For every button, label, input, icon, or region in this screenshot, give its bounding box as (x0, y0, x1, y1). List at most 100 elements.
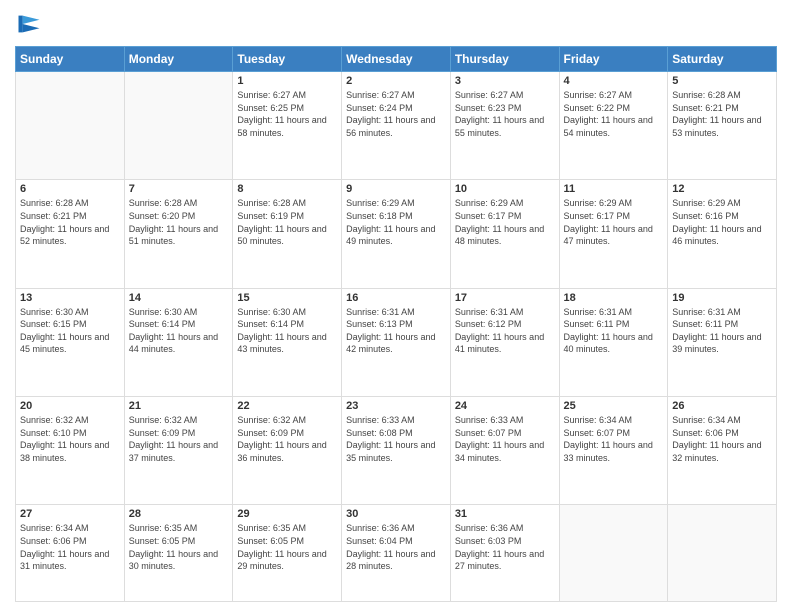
calendar-cell: 19 Sunrise: 6:31 AMSunset: 6:11 PMDayligh… (668, 288, 777, 396)
day-number: 24 (455, 400, 555, 412)
day-number: 10 (455, 183, 555, 195)
day-number: 31 (455, 508, 555, 520)
day-info: Sunrise: 6:29 AMSunset: 6:17 PMDaylight:… (564, 197, 664, 247)
calendar-week-row: 27 Sunrise: 6:34 AMSunset: 6:06 PMDayligh… (16, 505, 777, 602)
logo-icon (15, 10, 43, 38)
calendar-cell: 10 Sunrise: 6:29 AMSunset: 6:17 PMDayligh… (450, 180, 559, 288)
day-info: Sunrise: 6:35 AMSunset: 6:05 PMDaylight:… (129, 522, 229, 572)
day-info: Sunrise: 6:30 AMSunset: 6:14 PMDaylight:… (129, 306, 229, 356)
day-info: Sunrise: 6:31 AMSunset: 6:11 PMDaylight:… (564, 306, 664, 356)
weekday-header: Saturday (668, 47, 777, 72)
calendar-header-row: SundayMondayTuesdayWednesdayThursdayFrid… (16, 47, 777, 72)
day-number: 26 (672, 400, 772, 412)
calendar-cell: 24 Sunrise: 6:33 AMSunset: 6:07 PMDayligh… (450, 396, 559, 504)
calendar-cell: 4 Sunrise: 6:27 AMSunset: 6:22 PMDaylight… (559, 72, 668, 180)
calendar-cell: 20 Sunrise: 6:32 AMSunset: 6:10 PMDayligh… (16, 396, 125, 504)
day-info: Sunrise: 6:28 AMSunset: 6:21 PMDaylight:… (672, 89, 772, 139)
day-number: 17 (455, 292, 555, 304)
day-info: Sunrise: 6:33 AMSunset: 6:07 PMDaylight:… (455, 414, 555, 464)
page: SundayMondayTuesdayWednesdayThursdayFrid… (0, 0, 792, 612)
calendar-cell: 21 Sunrise: 6:32 AMSunset: 6:09 PMDayligh… (124, 396, 233, 504)
day-number: 13 (20, 292, 120, 304)
day-number: 21 (129, 400, 229, 412)
day-info: Sunrise: 6:34 AMSunset: 6:06 PMDaylight:… (672, 414, 772, 464)
day-info: Sunrise: 6:34 AMSunset: 6:06 PMDaylight:… (20, 522, 120, 572)
day-number: 16 (346, 292, 446, 304)
day-info: Sunrise: 6:32 AMSunset: 6:09 PMDaylight:… (237, 414, 337, 464)
day-number: 11 (564, 183, 664, 195)
calendar-cell: 15 Sunrise: 6:30 AMSunset: 6:14 PMDayligh… (233, 288, 342, 396)
calendar-cell (559, 505, 668, 602)
day-number: 2 (346, 75, 446, 87)
day-number: 5 (672, 75, 772, 87)
day-info: Sunrise: 6:36 AMSunset: 6:03 PMDaylight:… (455, 522, 555, 572)
day-info: Sunrise: 6:31 AMSunset: 6:13 PMDaylight:… (346, 306, 446, 356)
day-info: Sunrise: 6:32 AMSunset: 6:10 PMDaylight:… (20, 414, 120, 464)
calendar-cell: 6 Sunrise: 6:28 AMSunset: 6:21 PMDaylight… (16, 180, 125, 288)
day-info: Sunrise: 6:27 AMSunset: 6:24 PMDaylight:… (346, 89, 446, 139)
day-info: Sunrise: 6:29 AMSunset: 6:18 PMDaylight:… (346, 197, 446, 247)
calendar-cell (16, 72, 125, 180)
day-number: 20 (20, 400, 120, 412)
logo (15, 10, 47, 38)
calendar-cell (124, 72, 233, 180)
calendar-table: SundayMondayTuesdayWednesdayThursdayFrid… (15, 46, 777, 602)
calendar-cell: 1 Sunrise: 6:27 AMSunset: 6:25 PMDaylight… (233, 72, 342, 180)
day-number: 28 (129, 508, 229, 520)
day-number: 7 (129, 183, 229, 195)
day-info: Sunrise: 6:31 AMSunset: 6:11 PMDaylight:… (672, 306, 772, 356)
calendar-cell: 29 Sunrise: 6:35 AMSunset: 6:05 PMDayligh… (233, 505, 342, 602)
day-info: Sunrise: 6:27 AMSunset: 6:22 PMDaylight:… (564, 89, 664, 139)
day-info: Sunrise: 6:27 AMSunset: 6:23 PMDaylight:… (455, 89, 555, 139)
day-info: Sunrise: 6:30 AMSunset: 6:15 PMDaylight:… (20, 306, 120, 356)
weekday-header: Friday (559, 47, 668, 72)
calendar-week-row: 6 Sunrise: 6:28 AMSunset: 6:21 PMDaylight… (16, 180, 777, 288)
header (15, 10, 777, 38)
day-info: Sunrise: 6:33 AMSunset: 6:08 PMDaylight:… (346, 414, 446, 464)
calendar-cell: 3Sunrise: 6:27 AMSunset: 6:23 PMDaylight… (450, 72, 559, 180)
day-number: 19 (672, 292, 772, 304)
calendar-cell: 26 Sunrise: 6:34 AMSunset: 6:06 PMDayligh… (668, 396, 777, 504)
calendar-cell: 17 Sunrise: 6:31 AMSunset: 6:12 PMDayligh… (450, 288, 559, 396)
day-number: 6 (20, 183, 120, 195)
calendar-cell: 7 Sunrise: 6:28 AMSunset: 6:20 PMDaylight… (124, 180, 233, 288)
day-number: 15 (237, 292, 337, 304)
day-info: Sunrise: 6:29 AMSunset: 6:17 PMDaylight:… (455, 197, 555, 247)
day-info: Sunrise: 6:27 AMSunset: 6:25 PMDaylight:… (237, 89, 337, 139)
day-number: 9 (346, 183, 446, 195)
calendar-cell: 11 Sunrise: 6:29 AMSunset: 6:17 PMDayligh… (559, 180, 668, 288)
calendar-cell: 2 Sunrise: 6:27 AMSunset: 6:24 PMDaylight… (342, 72, 451, 180)
calendar-cell (668, 505, 777, 602)
calendar-week-row: 1 Sunrise: 6:27 AMSunset: 6:25 PMDaylight… (16, 72, 777, 180)
day-info: Sunrise: 6:30 AMSunset: 6:14 PMDaylight:… (237, 306, 337, 356)
day-info: Sunrise: 6:36 AMSunset: 6:04 PMDaylight:… (346, 522, 446, 572)
calendar-week-row: 20 Sunrise: 6:32 AMSunset: 6:10 PMDayligh… (16, 396, 777, 504)
weekday-header: Thursday (450, 47, 559, 72)
day-info: Sunrise: 6:28 AMSunset: 6:19 PMDaylight:… (237, 197, 337, 247)
day-number: 4 (564, 75, 664, 87)
calendar-cell: 27 Sunrise: 6:34 AMSunset: 6:06 PMDayligh… (16, 505, 125, 602)
calendar-cell: 8 Sunrise: 6:28 AMSunset: 6:19 PMDaylight… (233, 180, 342, 288)
day-info: Sunrise: 6:28 AMSunset: 6:20 PMDaylight:… (129, 197, 229, 247)
calendar-cell: 25Sunrise: 6:34 AMSunset: 6:07 PMDayligh… (559, 396, 668, 504)
weekday-header: Wednesday (342, 47, 451, 72)
day-info: Sunrise: 6:32 AMSunset: 6:09 PMDaylight:… (129, 414, 229, 464)
calendar-cell: 13 Sunrise: 6:30 AMSunset: 6:15 PMDayligh… (16, 288, 125, 396)
day-number: 1 (237, 75, 337, 87)
calendar-body: 1 Sunrise: 6:27 AMSunset: 6:25 PMDaylight… (16, 72, 777, 602)
day-number: 8 (237, 183, 337, 195)
weekday-header: Tuesday (233, 47, 342, 72)
calendar-cell: 14Sunrise: 6:30 AMSunset: 6:14 PMDayligh… (124, 288, 233, 396)
day-info: Sunrise: 6:31 AMSunset: 6:12 PMDaylight:… (455, 306, 555, 356)
day-info: Sunrise: 6:35 AMSunset: 6:05 PMDaylight:… (237, 522, 337, 572)
calendar-cell: 9 Sunrise: 6:29 AMSunset: 6:18 PMDaylight… (342, 180, 451, 288)
calendar-cell: 30Sunrise: 6:36 AMSunset: 6:04 PMDayligh… (342, 505, 451, 602)
day-info: Sunrise: 6:34 AMSunset: 6:07 PMDaylight:… (564, 414, 664, 464)
day-number: 29 (237, 508, 337, 520)
day-number: 12 (672, 183, 772, 195)
day-info: Sunrise: 6:28 AMSunset: 6:21 PMDaylight:… (20, 197, 120, 247)
calendar-cell: 18Sunrise: 6:31 AMSunset: 6:11 PMDayligh… (559, 288, 668, 396)
calendar-cell: 23Sunrise: 6:33 AMSunset: 6:08 PMDayligh… (342, 396, 451, 504)
weekday-header: Sunday (16, 47, 125, 72)
day-number: 27 (20, 508, 120, 520)
